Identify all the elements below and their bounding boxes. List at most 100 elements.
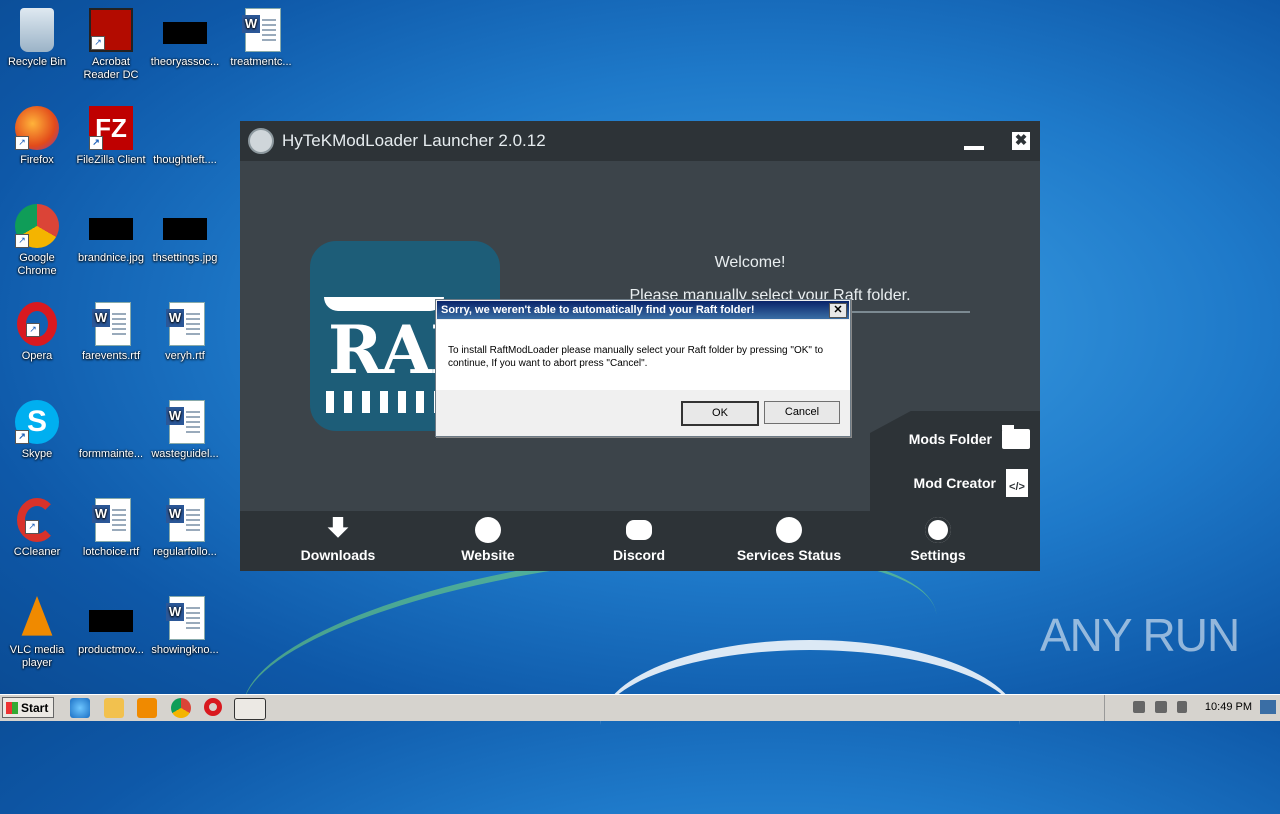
- dialog-close-button[interactable]: ✕: [829, 303, 847, 318]
- chrome-taskbar-icon[interactable]: [171, 698, 191, 718]
- services-status-button[interactable]: Services Status: [719, 517, 859, 563]
- services-status-label: Services Status: [736, 547, 842, 563]
- word-document-icon: [163, 498, 207, 542]
- flag-icon[interactable]: [1177, 701, 1187, 713]
- close-button[interactable]: ✖: [1012, 132, 1030, 150]
- word-document-icon: [163, 302, 207, 346]
- show-desktop-icon[interactable]: [1260, 700, 1276, 714]
- vlc-cone-icon: [21, 596, 53, 636]
- desktop-icon-acrobat[interactable]: ↗ Acrobat Reader DC: [74, 8, 148, 82]
- discord-label: Discord: [612, 547, 666, 563]
- volume-icon[interactable]: [1133, 701, 1145, 713]
- desktop-icon-label: CCleaner: [13, 546, 61, 558]
- desktop-icon-ccleaner[interactable]: ↗ CCleaner: [0, 498, 74, 559]
- desktop-icon-showingkno[interactable]: showingkno...: [148, 596, 222, 657]
- desktop-icon-chrome[interactable]: ↗ Google Chrome: [0, 204, 74, 278]
- discord-button[interactable]: Discord: [569, 517, 709, 563]
- clock[interactable]: 10:49 PM: [1205, 701, 1252, 713]
- explorer-taskbar-icon[interactable]: [104, 698, 124, 718]
- image-file-icon: [89, 204, 133, 248]
- bottom-nav: Downloads Website Discord Services Statu…: [240, 511, 1040, 571]
- desktop-icon-regularfollo[interactable]: regularfollo...: [148, 498, 222, 559]
- image-file-icon: [163, 8, 207, 52]
- desktop-icon-label: brandnice.jpg: [77, 252, 145, 264]
- desktop-icon-vlc[interactable]: VLC media player: [0, 596, 74, 670]
- minimize-button[interactable]: [964, 146, 984, 150]
- desktop-icon-wasteguidel[interactable]: wasteguidel...: [148, 400, 222, 461]
- desktop-icon-label: Firefox: [20, 154, 54, 166]
- desktop-icon-label: VLC media player: [9, 644, 65, 669]
- desktop-icon-opera[interactable]: ↗ Opera: [0, 302, 74, 363]
- desktop-icon-veryh[interactable]: veryh.rtf: [148, 302, 222, 363]
- file-icon: [163, 106, 207, 150]
- image-file-icon: [163, 204, 207, 248]
- word-document-icon: [163, 596, 207, 640]
- ccleaner-icon: ↗: [17, 498, 57, 542]
- file-icon: [89, 400, 133, 444]
- launcher-titlebar[interactable]: HyTeKModLoader Launcher 2.0.12 ✖: [240, 121, 1040, 161]
- desktop-icon-label: FileZilla Client: [76, 154, 146, 166]
- desktop-icon-productmov[interactable]: productmov...: [74, 596, 148, 657]
- recycle-bin-icon: [20, 8, 54, 52]
- desktop-icon-label: farevents.rtf: [81, 350, 141, 362]
- download-icon: [327, 517, 349, 538]
- shortcut-arrow-icon: ↗: [15, 136, 29, 150]
- network-icon[interactable]: [1155, 701, 1167, 713]
- desktop-icon-label: regularfollo...: [153, 546, 217, 558]
- wallpaper-swoosh-white: [600, 640, 1020, 810]
- code-file-icon: </>: [1006, 469, 1028, 497]
- desktop-icon-label: Skype: [21, 448, 53, 460]
- desktop-icon-recycle-bin[interactable]: Recycle Bin: [0, 8, 74, 69]
- ok-button[interactable]: OK: [681, 401, 759, 426]
- ie-taskbar-icon[interactable]: [70, 698, 90, 718]
- desktop-icon-label: thsettings.jpg: [152, 252, 218, 264]
- desktop-icon-theoryassoc[interactable]: theoryassoc...: [148, 8, 222, 69]
- chrome-icon: ↗: [15, 204, 59, 248]
- globe-icon: [475, 517, 501, 543]
- firefox-icon: ↗: [15, 106, 59, 150]
- desktop-icon-firefox[interactable]: ↗ Firefox: [0, 106, 74, 167]
- acrobat-icon: ↗: [89, 8, 133, 52]
- opera-icon: ↗: [17, 302, 57, 346]
- video-file-icon: [89, 596, 133, 640]
- opera-taskbar-icon[interactable]: [204, 698, 222, 716]
- desktop-icon-label: treatmentc...: [230, 56, 292, 68]
- dialog-titlebar[interactable]: Sorry, we weren't able to automatically …: [437, 301, 849, 319]
- show-hidden-icons-icon[interactable]: [1113, 701, 1125, 713]
- media-player-taskbar-icon[interactable]: [137, 698, 157, 718]
- filezilla-icon: FZ ↗: [89, 106, 133, 150]
- launcher-taskbar-button[interactable]: [234, 698, 266, 720]
- settings-button[interactable]: Settings: [868, 517, 1008, 563]
- desktop-icon-farevents[interactable]: farevents.rtf: [74, 302, 148, 363]
- desktop-icon-label: Google Chrome: [17, 252, 57, 277]
- desktop-icon-treatmentc[interactable]: treatmentc...: [224, 8, 298, 69]
- downloads-button[interactable]: Downloads: [268, 517, 408, 563]
- desktop-icon-skype[interactable]: S ↗ Skype: [0, 400, 74, 461]
- folder-not-found-dialog: Sorry, we weren't able to automatically …: [435, 299, 851, 437]
- desktop-icon-lotchoice[interactable]: lotchoice.rtf: [74, 498, 148, 559]
- desktop-icon-label: showingkno...: [151, 644, 219, 656]
- website-label: Website: [461, 547, 515, 563]
- mods-folder-button[interactable]: Mods Folder: [909, 425, 1030, 449]
- gauge-icon: [776, 517, 802, 543]
- cancel-button[interactable]: Cancel: [764, 401, 840, 424]
- desktop-icon-brandnice[interactable]: brandnice.jpg: [74, 204, 148, 265]
- desktop-icon-thoughtleft[interactable]: thoughtleft....: [148, 106, 222, 167]
- desktop-icon-filezilla[interactable]: FZ ↗ FileZilla Client: [74, 106, 148, 167]
- desktop-icon-label: wasteguidel...: [151, 448, 219, 460]
- discord-icon: [626, 520, 652, 540]
- launcher-logo-icon: [248, 128, 274, 154]
- shortcut-arrow-icon: ↗: [15, 430, 29, 444]
- desktop-icon-label: productmov...: [78, 644, 144, 656]
- website-button[interactable]: Website: [418, 517, 558, 563]
- desktop-icon-formmainte[interactable]: formmainte...: [74, 400, 148, 461]
- shortcut-arrow-icon: ↗: [15, 234, 29, 248]
- desktop-icon-thsettings[interactable]: thsettings.jpg: [148, 204, 222, 265]
- shortcut-arrow-icon: ↗: [26, 323, 40, 337]
- start-button[interactable]: Start: [2, 697, 54, 718]
- system-tray: 10:49 PM: [1104, 695, 1280, 721]
- mod-creator-button[interactable]: Mod Creator </>: [914, 469, 1028, 497]
- folder-icon: [1002, 425, 1030, 449]
- desktop-icon-label: Acrobat Reader DC: [83, 56, 139, 81]
- mod-creator-label: Mod Creator: [913, 475, 996, 491]
